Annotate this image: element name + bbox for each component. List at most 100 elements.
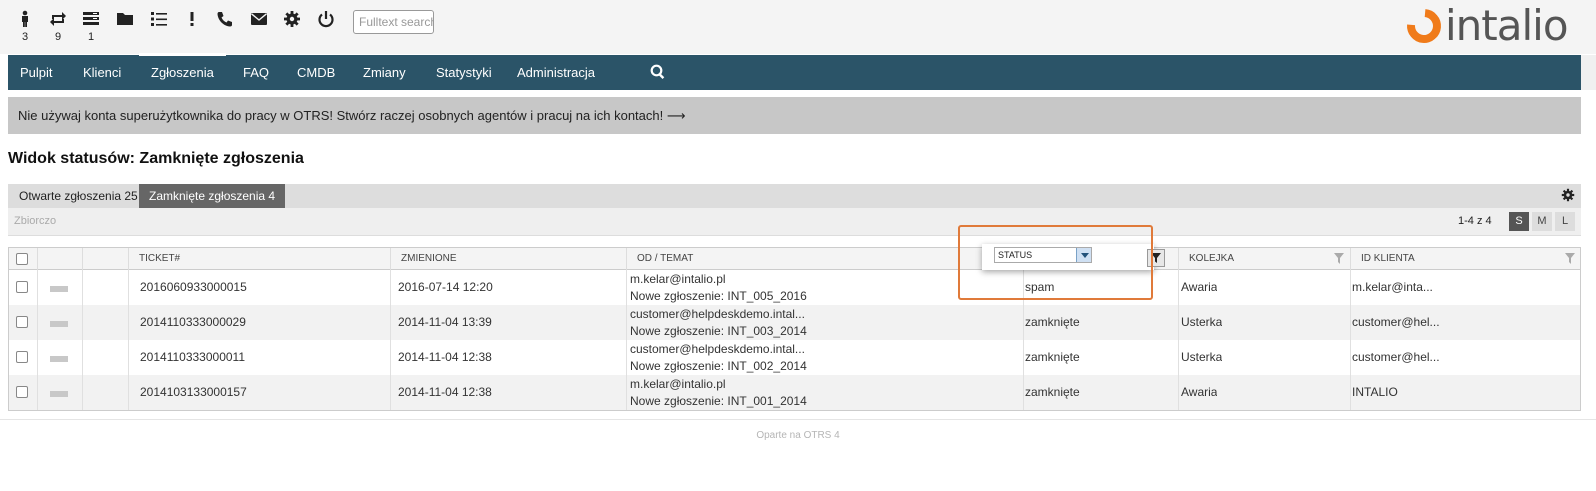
pagination-info: 1-4 z 4 xyxy=(1458,215,1492,227)
queue-value: Usterka xyxy=(1181,350,1223,364)
view-mode-label[interactable]: Zbiorczo xyxy=(14,215,56,227)
column-divider xyxy=(1178,270,1179,410)
refresh-icon[interactable]: 9 xyxy=(46,10,70,44)
priority-flag-icon xyxy=(50,321,68,327)
customer-filter-icon[interactable] xyxy=(1565,253,1575,264)
status-value: zamknięte xyxy=(1025,385,1080,399)
subject: Nowe zgłoszenie: INT_005_2016 xyxy=(630,289,807,303)
from-address: m.kelar@intalio.pl xyxy=(630,272,726,286)
person-count: 3 xyxy=(21,31,29,43)
header-customer-id-label: ID KLIENTA xyxy=(1361,253,1415,264)
search-icon[interactable] xyxy=(650,64,666,80)
size-l-button[interactable]: L xyxy=(1555,212,1575,231)
size-s-button[interactable]: S xyxy=(1509,212,1529,231)
list-count: 1 xyxy=(87,31,95,43)
ordered-list-icon[interactable] xyxy=(147,10,171,44)
select-all-checkbox[interactable] xyxy=(16,253,28,265)
column-divider xyxy=(626,270,627,410)
ticket-number[interactable]: 2016060933000015 xyxy=(140,270,247,305)
footer-powered-by[interactable]: Oparte na OTRS 4 xyxy=(0,430,1596,441)
row-checkbox[interactable] xyxy=(16,316,28,328)
highlight-annotation xyxy=(958,225,1153,300)
from-subject[interactable]: customer@helpdeskdemo.intal... Nowe zgłos… xyxy=(630,305,807,340)
tab-open-tickets[interactable]: Otwarte zgłoszenia 25 xyxy=(9,184,148,208)
view-controls: Zbiorczo 1-4 z 4 S M L xyxy=(8,208,1581,236)
nav-item-zmiany[interactable]: Zmiany xyxy=(363,55,406,90)
changed-date: 2016-07-14 12:20 xyxy=(398,280,493,294)
header-customer-id[interactable]: ID KLIENTA xyxy=(1350,248,1581,270)
gear-icon[interactable] xyxy=(280,10,304,44)
superuser-notice[interactable]: Nie używaj konta superużytkownika do pra… xyxy=(8,97,1581,134)
footer-divider xyxy=(0,419,1596,420)
from-address: customer@helpdeskdemo.intal... xyxy=(630,307,805,321)
column-divider xyxy=(37,270,38,410)
nav-item-pulpit[interactable]: Pulpit xyxy=(20,55,53,90)
column-divider xyxy=(82,270,83,410)
folder-icon[interactable] xyxy=(113,10,137,44)
subject: Nowe zgłoszenie: INT_002_2014 xyxy=(630,359,807,373)
table-row[interactable]: 2014103133000157 2014-11-04 12:38 m.kela… xyxy=(9,375,1580,410)
nav-item-klienci[interactable]: Klienci xyxy=(83,55,121,90)
table-header: TICKET# ZMIENIONE OD / TEMAT KOLEJKA ID … xyxy=(9,248,1580,270)
header-changed[interactable]: ZMIENIONE xyxy=(390,248,626,270)
page-title: Widok statusów: Zamknięte zgłoszenia xyxy=(8,150,304,167)
status-tabs: Otwarte zgłoszenia 25 Zamknięte zgłoszen… xyxy=(8,184,1581,208)
nav-item-cmdb[interactable]: CMDB xyxy=(297,55,335,90)
column-divider xyxy=(1350,270,1351,410)
changed-date: 2014-11-04 12:38 xyxy=(398,350,492,364)
ticket-number[interactable]: 2014103133000157 xyxy=(140,375,247,410)
changed-date: 2014-11-04 13:39 xyxy=(398,315,492,329)
mail-icon[interactable] xyxy=(247,10,271,44)
phone-icon[interactable] xyxy=(213,10,237,44)
changed-date: 2014-11-04 12:38 xyxy=(398,385,492,399)
fulltext-search-input[interactable]: Fulltext search xyxy=(353,10,434,34)
subject: Nowe zgłoszenie: INT_003_2014 xyxy=(630,324,807,338)
person-icon[interactable]: 3 xyxy=(13,10,37,44)
table-row[interactable]: 2014110333000029 2014-11-04 13:39 custom… xyxy=(9,305,1580,340)
from-subject[interactable]: m.kelar@intalio.pl Nowe zgłoszenie: INT_0… xyxy=(630,375,807,410)
nav-item-administracja[interactable]: Administracja xyxy=(517,55,595,90)
main-navigation: Pulpit Klienci Zgłoszenia FAQ CMDB Zmian… xyxy=(8,53,1581,90)
status-value: zamknięte xyxy=(1025,350,1080,364)
table-row[interactable]: 2016060933000015 2016-07-14 12:20 m.kela… xyxy=(9,270,1580,305)
row-checkbox[interactable] xyxy=(16,351,28,363)
customer-id-value: m.kelar@inta... xyxy=(1352,280,1433,294)
row-checkbox[interactable] xyxy=(16,281,28,293)
ticket-number[interactable]: 2014110333000011 xyxy=(140,340,245,375)
tab-closed-tickets[interactable]: Zamknięte zgłoszenia 4 xyxy=(139,184,286,208)
exclamation-icon[interactable] xyxy=(180,10,204,44)
row-checkbox[interactable] xyxy=(16,386,28,398)
queue-value: Usterka xyxy=(1181,315,1223,329)
subject: Nowe zgłoszenie: INT_001_2014 xyxy=(630,394,807,408)
nav-item-zgloszenia[interactable]: Zgłoszenia xyxy=(139,53,226,90)
nav-item-faq[interactable]: FAQ xyxy=(243,55,269,90)
queue-filter-icon[interactable] xyxy=(1334,253,1344,264)
size-m-button[interactable]: M xyxy=(1532,212,1552,231)
scrollbar-track[interactable] xyxy=(1581,55,1596,90)
settings-gear-icon[interactable] xyxy=(1561,188,1575,202)
from-subject[interactable]: customer@helpdeskdemo.intal... Nowe zgłos… xyxy=(630,340,807,375)
header-queue-label: KOLEJKA xyxy=(1189,253,1235,264)
queue-value: Awaria xyxy=(1181,385,1218,399)
list-icon[interactable]: 1 xyxy=(79,10,103,44)
table-row[interactable]: 2014110333000011 2014-11-04 12:38 custom… xyxy=(9,340,1580,375)
header-lock xyxy=(82,248,128,270)
refresh-count: 9 xyxy=(54,31,62,43)
logo-text: intalio xyxy=(1445,1,1569,50)
from-address: m.kelar@intalio.pl xyxy=(630,377,726,391)
priority-flag-icon xyxy=(50,356,68,362)
status-value: zamknięte xyxy=(1025,315,1080,329)
header-flag xyxy=(37,248,82,270)
customer-id-value: customer@hel... xyxy=(1352,350,1440,364)
power-icon[interactable] xyxy=(314,10,338,44)
header-ticket[interactable]: TICKET# xyxy=(128,248,390,270)
ticket-number[interactable]: 2014110333000029 xyxy=(140,305,246,340)
intalio-logo: intalio xyxy=(1400,1,1569,50)
customer-id-value: customer@hel... xyxy=(1352,315,1440,329)
nav-item-statystyki[interactable]: Statystyki xyxy=(436,55,492,90)
tickets-table: TICKET# ZMIENIONE OD / TEMAT KOLEJKA ID … xyxy=(8,247,1581,411)
header-queue[interactable]: KOLEJKA xyxy=(1178,248,1350,270)
from-subject[interactable]: m.kelar@intalio.pl Nowe zgłoszenie: INT_0… xyxy=(630,270,807,305)
priority-flag-icon xyxy=(50,391,68,397)
logo-ring-icon xyxy=(1400,2,1448,50)
